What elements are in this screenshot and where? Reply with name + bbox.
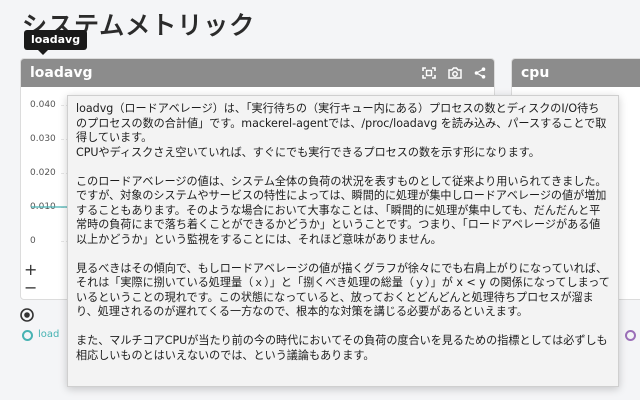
description-paragraph: また、マルチコアCPUが当たり前の今の時代においてその負荷の度合いを見るための指… bbox=[76, 334, 608, 362]
fullscreen-icon[interactable] bbox=[422, 67, 436, 79]
page: システムメトリック loadavg 0.040 0.030 0.020 0.01… bbox=[0, 0, 640, 400]
loadavg-panel-header: loadavg bbox=[21, 59, 494, 87]
cpu-panel-header: cpu bbox=[512, 59, 640, 87]
y-tick-label: 0.040 bbox=[30, 100, 56, 110]
camera-icon[interactable] bbox=[448, 67, 462, 79]
y-tick-label: 0 bbox=[30, 236, 36, 246]
y-tick-label: 0.030 bbox=[30, 134, 56, 144]
loadavg-legend-swatch[interactable] bbox=[22, 330, 33, 341]
cpu-legend-swatch[interactable] bbox=[625, 330, 636, 341]
metric-description-tooltip: loadvg（ロードアベレージ）は、「実行待ちの（実行キュー内にある）プロセスの… bbox=[67, 95, 619, 387]
y-tick-label: 0.020 bbox=[30, 168, 56, 178]
description-paragraph: loadvg（ロードアベレージ）は、「実行待ちの（実行キュー内にある）プロセスの… bbox=[76, 102, 607, 159]
cpu-panel-title: cpu bbox=[521, 65, 550, 81]
zoom-in-button[interactable]: + bbox=[24, 262, 37, 278]
zoom-out-button[interactable]: − bbox=[24, 280, 37, 296]
loadavg-legend-label[interactable]: load bbox=[38, 329, 59, 340]
loadavg-panel-title: loadavg bbox=[30, 65, 93, 81]
description-paragraph: このロードアベレージの値は、システム全体の負荷の状況を表すものとして従来より用い… bbox=[76, 174, 607, 246]
description-paragraph: 見るべきはその傾向で、もしロードアベレージの値が描くグラフが徐々にでも右肩上がり… bbox=[76, 261, 610, 319]
share-icon[interactable] bbox=[474, 67, 486, 79]
metric-name-tooltip: loadavg bbox=[24, 30, 88, 55]
panel-actions bbox=[422, 59, 486, 87]
eye-icon[interactable] bbox=[20, 308, 34, 322]
